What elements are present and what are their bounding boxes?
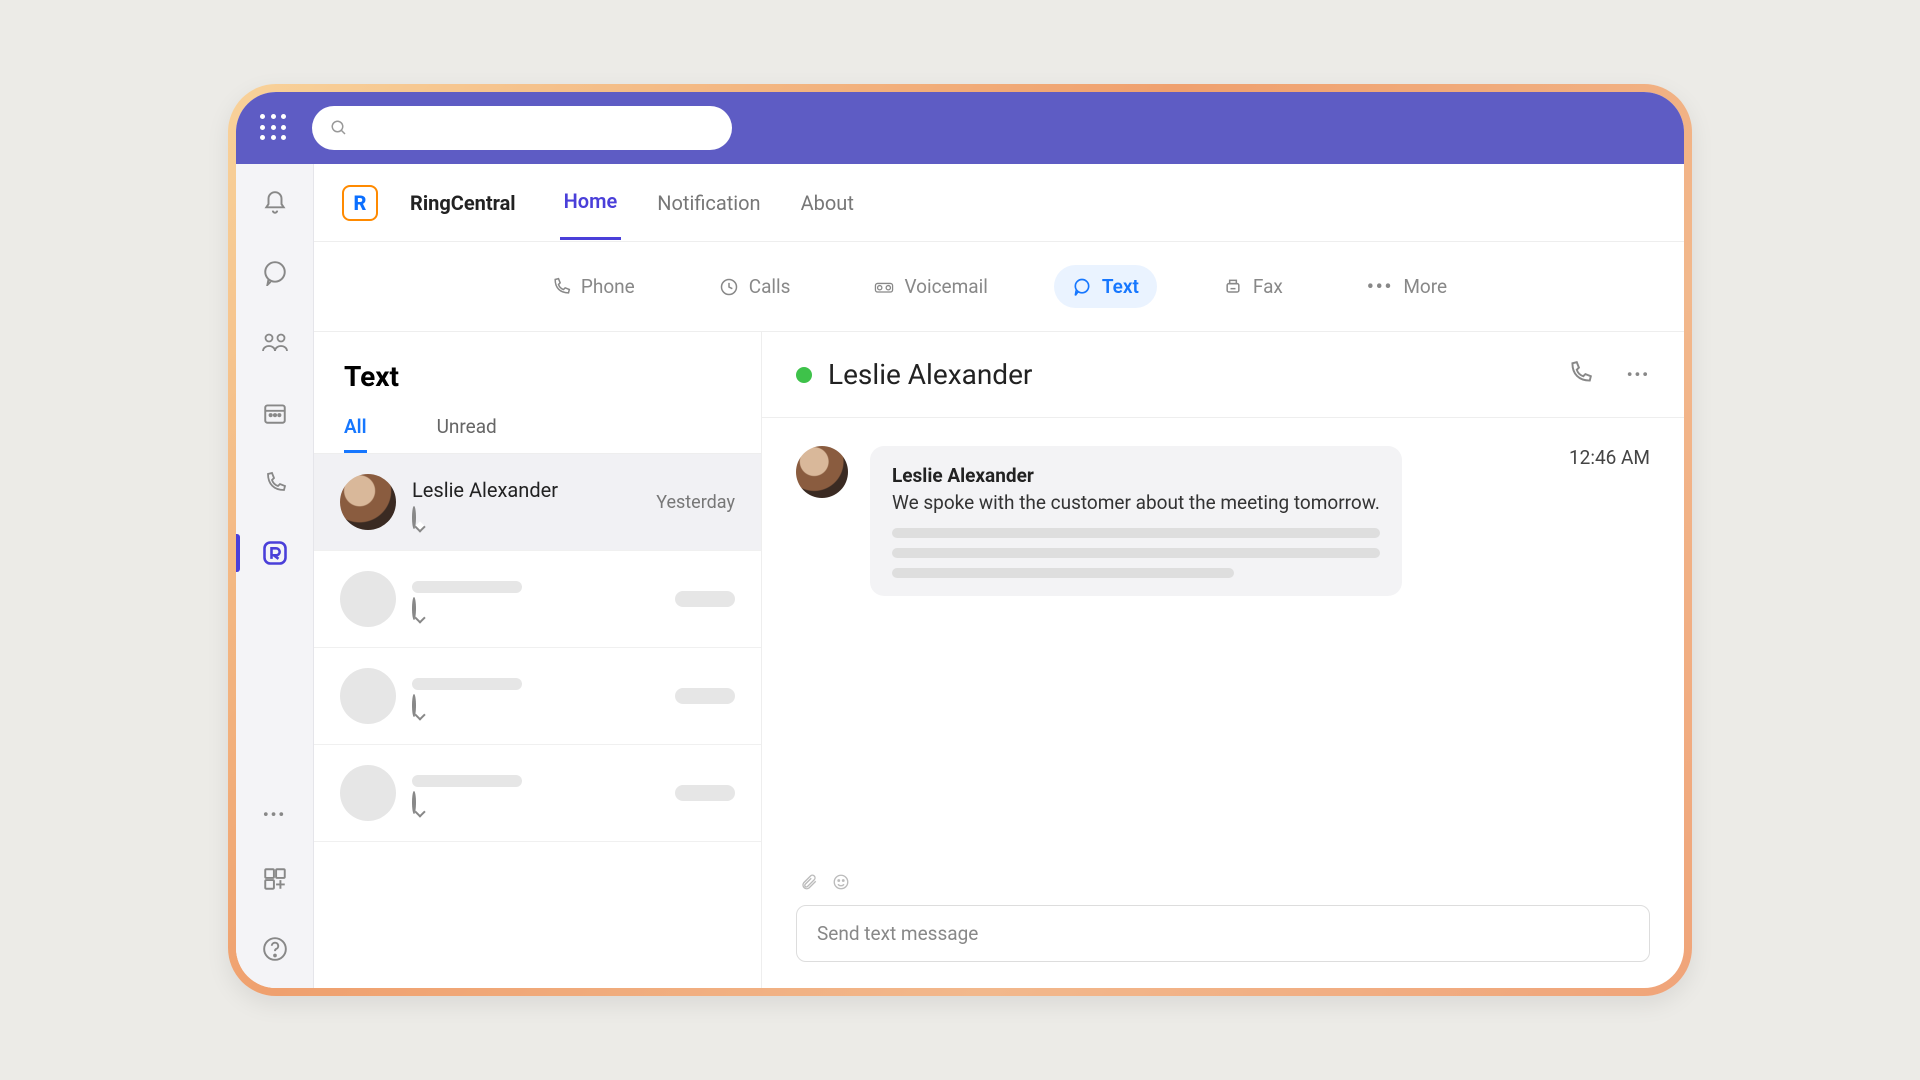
text-panel-title: Text: [314, 332, 761, 405]
message-body: We spoke with the customer about the mee…: [892, 491, 1380, 514]
subtab-phone[interactable]: Phone: [533, 265, 653, 308]
subtab-more[interactable]: ••• More: [1349, 265, 1465, 308]
bell-icon[interactable]: [260, 188, 290, 218]
conversation-list-pane: Text All Unread Leslie Alexander: [314, 332, 762, 988]
more-icon[interactable]: •••: [263, 805, 286, 824]
filter-all[interactable]: All: [344, 415, 367, 453]
subtab-text-label: Text: [1102, 275, 1139, 298]
skeleton-date: [675, 688, 735, 704]
conversation-name: Leslie Alexander: [412, 478, 640, 502]
more-options-icon[interactable]: •••: [1627, 365, 1650, 384]
conversation-item-placeholder[interactable]: [314, 551, 761, 648]
skeleton-line: [892, 528, 1380, 538]
conversation-item-placeholder[interactable]: [314, 745, 761, 842]
ringcentral-icon[interactable]: [260, 538, 290, 568]
emoji-icon[interactable]: [832, 873, 850, 895]
phone-icon[interactable]: [260, 468, 290, 498]
chat-bubble-icon: [412, 696, 659, 715]
search-input[interactable]: [312, 106, 732, 150]
subtab-calls[interactable]: Calls: [701, 265, 809, 308]
subtab-calls-label: Calls: [749, 275, 791, 298]
filter-unread[interactable]: Unread: [437, 415, 497, 453]
subtab-bar: Phone Calls Voicemail Text: [314, 242, 1684, 332]
text-filters: All Unread: [314, 405, 761, 454]
app-screen: ••• R RingCentral Home Notification Abou…: [236, 92, 1684, 988]
device-frame: ••• R RingCentral Home Notification Abou…: [228, 84, 1692, 996]
subtab-fax-label: Fax: [1253, 275, 1283, 298]
conversation-date: Yesterday: [656, 492, 735, 513]
skeleton-line: [892, 568, 1234, 578]
conversation-item-placeholder[interactable]: [314, 648, 761, 745]
message-sender: Leslie Alexander: [892, 464, 1380, 487]
composer-area: [762, 859, 1684, 988]
chat-bubble-icon: [412, 599, 659, 618]
subtab-voicemail-label: Voicemail: [904, 275, 987, 298]
subtab-voicemail[interactable]: Voicemail: [856, 265, 1005, 308]
avatar-placeholder: [340, 571, 396, 627]
contacts-icon[interactable]: [260, 328, 290, 358]
nav-notification[interactable]: Notification: [653, 167, 764, 239]
brand-name: RingCentral: [410, 191, 516, 215]
subtab-fax[interactable]: Fax: [1205, 265, 1301, 308]
skeleton-date: [675, 591, 735, 607]
avatar-placeholder: [340, 668, 396, 724]
subtab-more-label: More: [1403, 275, 1447, 298]
avatar: [340, 474, 396, 530]
message-bubble: Leslie Alexander We spoke with the custo…: [870, 446, 1402, 596]
side-rail: •••: [236, 164, 314, 988]
skeleton-name: [412, 678, 522, 690]
brand-bar: R RingCentral Home Notification About: [314, 164, 1684, 242]
chat-bubble-icon: [412, 508, 640, 527]
chat-icon[interactable]: [260, 258, 290, 288]
call-icon[interactable]: [1567, 360, 1593, 390]
attachment-icon[interactable]: [800, 873, 818, 895]
skeleton-line: [892, 548, 1380, 558]
ellipsis-icon: •••: [1367, 275, 1393, 298]
presence-indicator: [796, 367, 812, 383]
topbar: [236, 92, 1684, 164]
skeleton-name: [412, 775, 522, 787]
message-avatar: [796, 446, 848, 498]
message-time: 12:46 AM: [1569, 446, 1650, 469]
brand-logo: R: [342, 185, 378, 221]
nav-about[interactable]: About: [797, 167, 858, 239]
chat-title: Leslie Alexander: [828, 358, 1551, 391]
apps-icon[interactable]: [260, 864, 290, 894]
chat-header: Leslie Alexander •••: [762, 332, 1684, 418]
search-icon: [330, 119, 348, 137]
avatar-placeholder: [340, 765, 396, 821]
subtab-phone-label: Phone: [581, 275, 635, 298]
message-input[interactable]: [796, 905, 1650, 962]
skeleton-date: [675, 785, 735, 801]
chat-pane: Leslie Alexander ••• Leslie Alexander We…: [762, 332, 1684, 988]
nav-home[interactable]: Home: [560, 165, 622, 240]
apps-grid-icon[interactable]: [260, 114, 288, 142]
chat-bubble-icon: [412, 793, 659, 812]
calendar-icon[interactable]: [260, 398, 290, 428]
conversation-item-leslie[interactable]: Leslie Alexander Yesterday: [314, 454, 761, 551]
skeleton-name: [412, 581, 522, 593]
help-icon[interactable]: [260, 934, 290, 964]
subtab-text[interactable]: Text: [1054, 265, 1157, 308]
